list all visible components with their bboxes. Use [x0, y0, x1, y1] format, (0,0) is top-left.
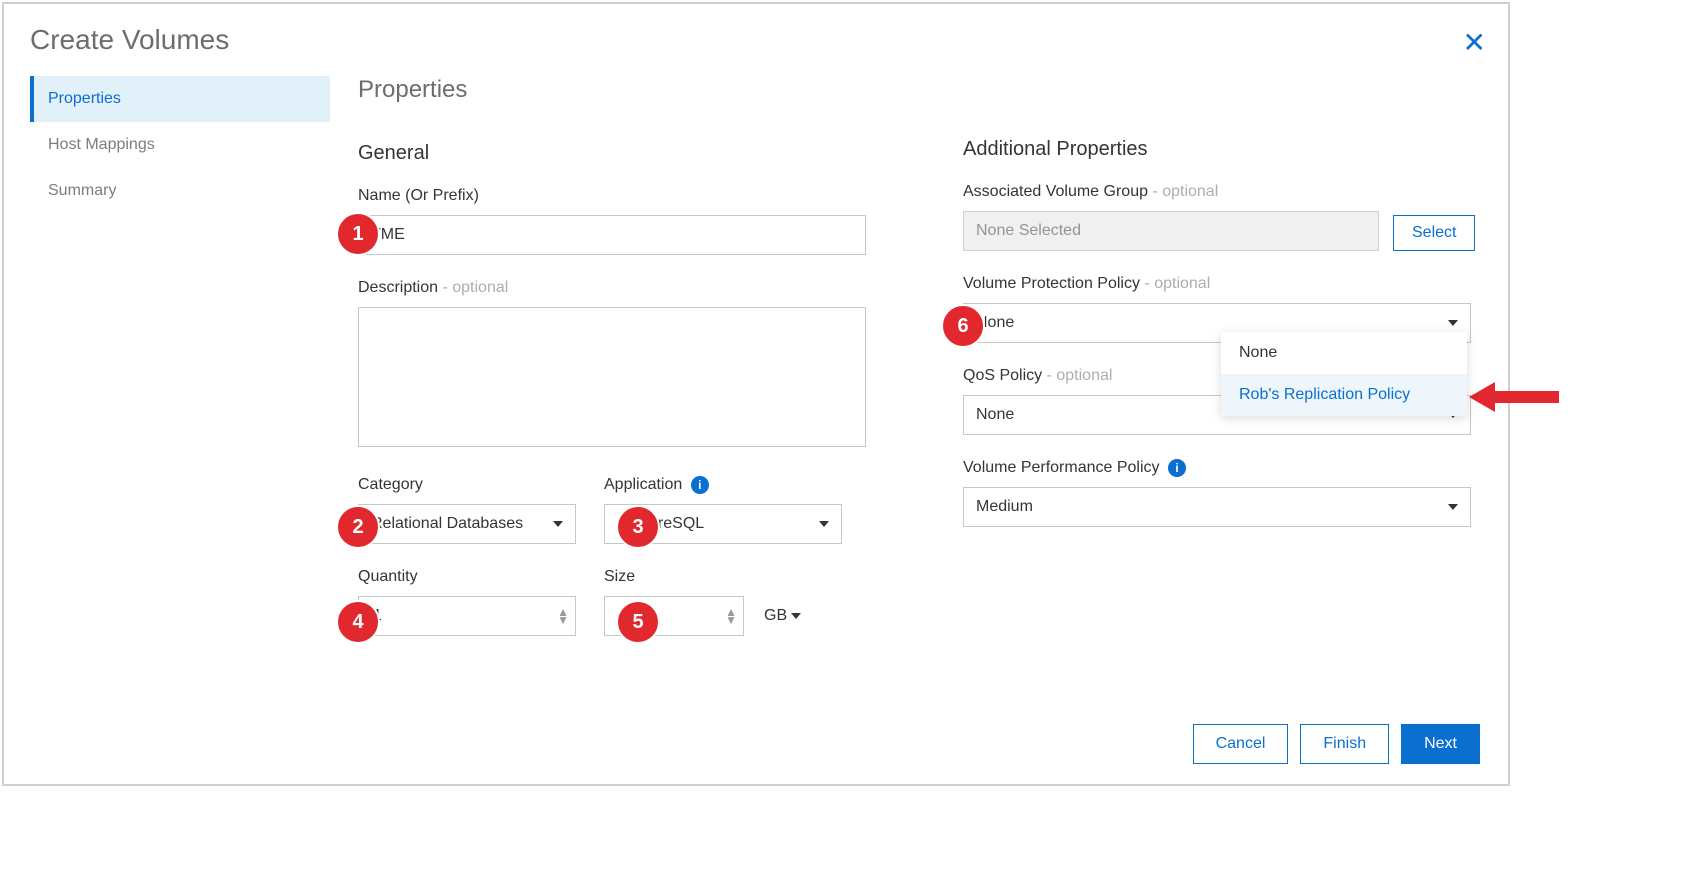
- description-label: Description - optional: [358, 279, 903, 297]
- avg-label-text: Associated Volume Group: [963, 183, 1152, 200]
- vpp-label-text: Volume Protection Policy: [963, 275, 1144, 292]
- finish-button[interactable]: Finish: [1300, 724, 1389, 764]
- perf-value: Medium: [976, 498, 1033, 516]
- category-value: Relational Databases: [371, 515, 523, 533]
- size-input[interactable]: ▲▼: [604, 596, 744, 636]
- application-select[interactable]: PostgreSQL: [604, 504, 842, 544]
- application-label-text: Application: [604, 476, 682, 493]
- size-unit-select[interactable]: GB: [764, 607, 801, 625]
- close-icon[interactable]: ✕: [1463, 26, 1486, 59]
- qos-label-text: QoS Policy: [963, 367, 1047, 384]
- quantity-field[interactable]: [371, 606, 547, 626]
- additional-column: Additional Properties Associated Volume …: [963, 76, 1508, 636]
- quantity-input[interactable]: ▲▼: [358, 596, 576, 636]
- quantity-size-row: Quantity ▲▼ Size ▲▼: [358, 568, 903, 636]
- info-icon[interactable]: i: [691, 476, 709, 494]
- name-row: Name (Or Prefix): [358, 187, 903, 255]
- size-label: Size: [604, 568, 801, 586]
- vpp-value: None: [976, 314, 1014, 332]
- description-label-text: Description: [358, 279, 442, 296]
- application-group: Application i PostgreSQL: [604, 476, 842, 544]
- general-column: Properties General Name (Or Prefix) Desc…: [358, 76, 903, 636]
- category-label: Category: [358, 476, 576, 494]
- category-application-row: Category Relational Databases Applicatio…: [358, 476, 903, 544]
- size-unit-value: GB: [764, 607, 787, 625]
- avg-select-button[interactable]: Select: [1393, 215, 1475, 251]
- main-area: Properties General Name (Or Prefix) Desc…: [330, 76, 1508, 636]
- vpp-label: Volume Protection Policy - optional: [963, 275, 1508, 293]
- description-row: Description - optional: [358, 279, 903, 452]
- qos-optional: - optional: [1047, 367, 1113, 384]
- chevron-down-icon: [553, 521, 563, 527]
- vpp-option-robs-replication-policy[interactable]: Rob's Replication Policy: [1221, 374, 1467, 416]
- avg-label: Associated Volume Group - optional: [963, 183, 1379, 201]
- qos-value: None: [976, 406, 1014, 424]
- size-spinner[interactable]: ▲▼: [725, 608, 737, 624]
- next-button[interactable]: Next: [1401, 724, 1480, 764]
- avg-optional: - optional: [1152, 183, 1218, 200]
- description-optional: - optional: [442, 279, 508, 296]
- dialog-footer: Cancel Finish Next: [1193, 724, 1480, 764]
- category-group: Category Relational Databases: [358, 476, 576, 544]
- avg-readonly: None Selected: [963, 211, 1379, 251]
- dialog-content: Properties Host Mappings Summary Propert…: [4, 76, 1508, 636]
- avg-group: Associated Volume Group - optional None …: [963, 183, 1379, 251]
- general-heading: General: [358, 142, 903, 165]
- size-group: Size ▲▼ GB: [604, 568, 801, 636]
- sidebar-item-summary[interactable]: Summary: [30, 168, 330, 214]
- sidebar-item-host-mappings[interactable]: Host Mappings: [30, 122, 330, 168]
- cancel-button[interactable]: Cancel: [1193, 724, 1289, 764]
- description-textarea[interactable]: [358, 307, 866, 447]
- chevron-down-icon: [1448, 320, 1458, 326]
- wizard-sidebar: Properties Host Mappings Summary: [30, 76, 330, 636]
- chevron-down-icon: [1448, 504, 1458, 510]
- create-volumes-dialog: ✕ Create Volumes Properties Host Mapping…: [2, 2, 1510, 786]
- name-input[interactable]: [358, 215, 866, 255]
- info-icon[interactable]: i: [1168, 459, 1186, 477]
- quantity-label: Quantity: [358, 568, 576, 586]
- application-value: PostgreSQL: [617, 515, 704, 533]
- name-label: Name (Or Prefix): [358, 187, 903, 205]
- perf-select[interactable]: Medium: [963, 487, 1471, 527]
- chevron-down-icon: [819, 521, 829, 527]
- dialog-title: Create Volumes: [4, 4, 1508, 76]
- chevron-down-icon: [791, 613, 801, 619]
- vpp-optional: - optional: [1144, 275, 1210, 292]
- quantity-group: Quantity ▲▼: [358, 568, 576, 636]
- perf-label-text: Volume Performance Policy: [963, 459, 1160, 476]
- avg-row: Associated Volume Group - optional None …: [963, 183, 1508, 251]
- category-select[interactable]: Relational Databases: [358, 504, 576, 544]
- section-heading: Properties: [358, 76, 903, 104]
- perf-label: Volume Performance Policy i: [963, 459, 1508, 477]
- sidebar-item-properties[interactable]: Properties: [30, 76, 330, 122]
- application-label: Application i: [604, 476, 842, 494]
- additional-heading: Additional Properties: [963, 138, 1508, 161]
- size-field[interactable]: [617, 606, 715, 626]
- perf-row: Volume Performance Policy i Medium: [963, 459, 1508, 527]
- quantity-spinner[interactable]: ▲▼: [557, 608, 569, 624]
- vpp-dropdown-popup: None Rob's Replication Policy: [1221, 332, 1467, 416]
- vpp-option-none[interactable]: None: [1221, 332, 1467, 374]
